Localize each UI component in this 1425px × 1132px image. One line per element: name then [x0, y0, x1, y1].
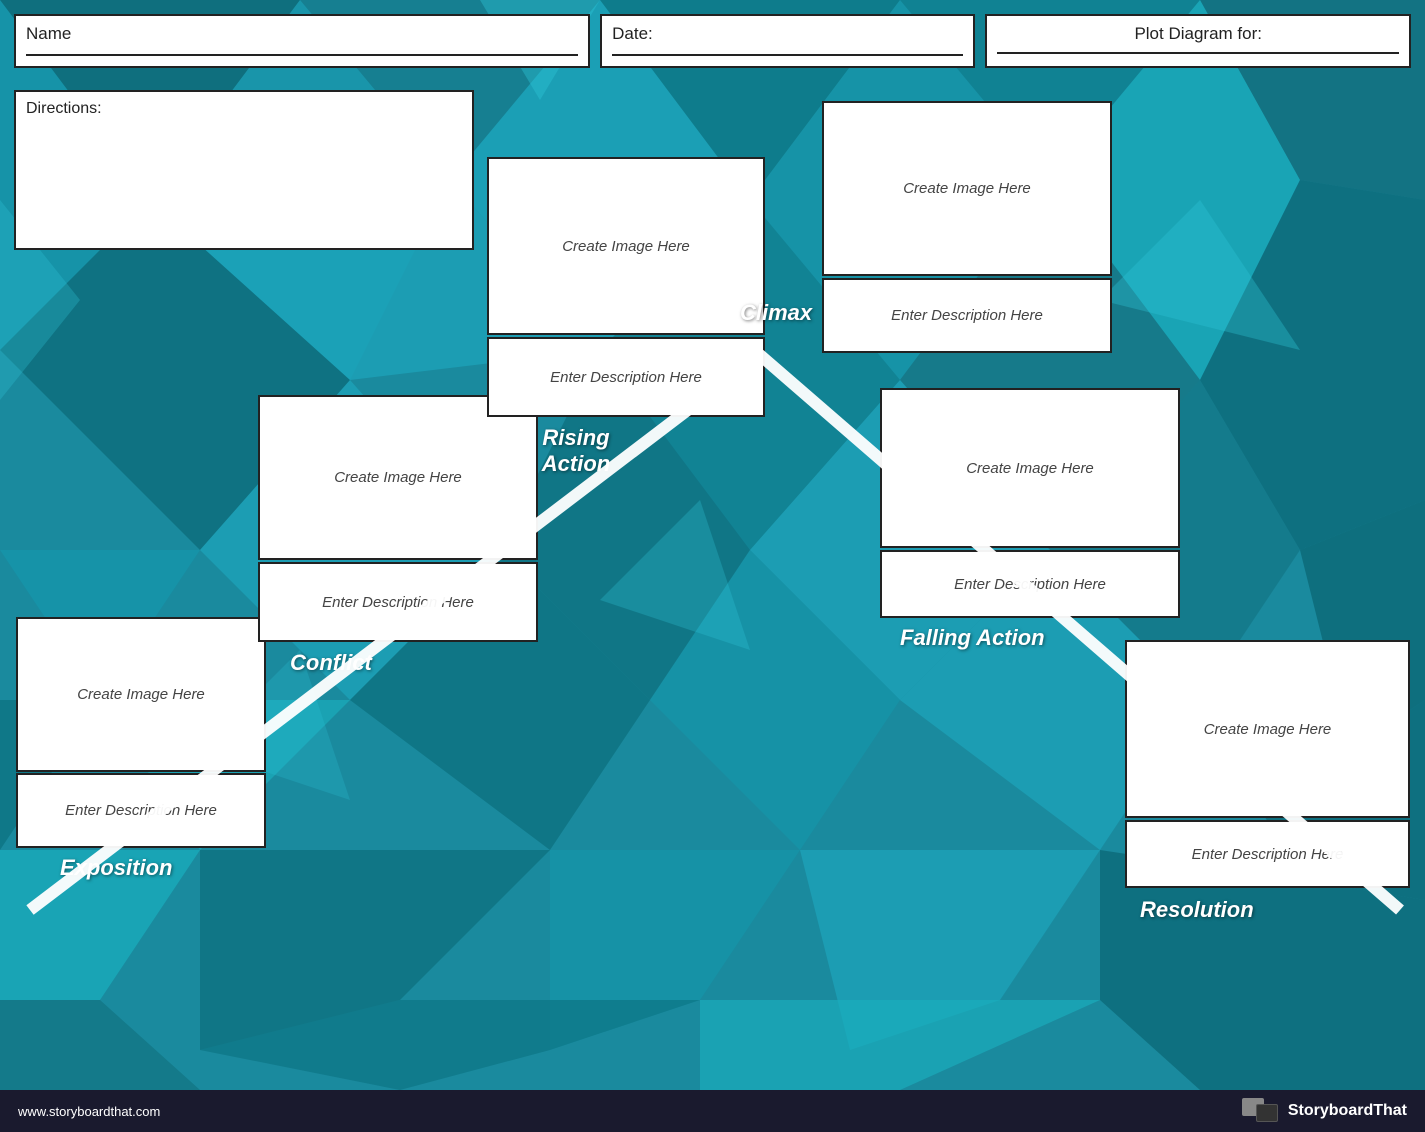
falling-action-desc-placeholder: Enter Description Here — [954, 576, 1106, 593]
directions-label: Directions: — [26, 100, 102, 117]
conflict-image-box[interactable]: Create Image Here — [258, 395, 538, 560]
date-box[interactable]: Date: — [600, 14, 975, 68]
conflict-desc-box[interactable]: Enter Description Here — [258, 562, 538, 642]
name-label: Name — [26, 24, 578, 44]
resolution-label: Resolution — [1140, 897, 1254, 923]
climax-desc-box[interactable]: Enter Description Here — [822, 278, 1112, 353]
climax-image-placeholder: Create Image Here — [903, 180, 1031, 197]
date-label: Date: — [612, 24, 653, 43]
exposition-image-placeholder: Create Image Here — [77, 686, 205, 703]
exposition-label: Exposition — [60, 855, 172, 881]
climax-image-box[interactable]: Create Image Here — [822, 101, 1112, 276]
resolution-image-placeholder: Create Image Here — [1204, 721, 1332, 738]
footer-url: www.storyboardthat.com — [18, 1104, 160, 1119]
exposition-desc-placeholder: Enter Description Here — [65, 802, 217, 819]
conflict-image-placeholder: Create Image Here — [334, 469, 462, 486]
falling-action-image-box[interactable]: Create Image Here — [880, 388, 1180, 548]
exposition-image-box[interactable]: Create Image Here — [16, 617, 266, 772]
name-box[interactable]: Name — [14, 14, 590, 68]
exposition-desc-box[interactable]: Enter Description Here — [16, 773, 266, 848]
falling-action-label: Falling Action — [900, 625, 1045, 651]
plot-title-box[interactable]: Plot Diagram for: — [985, 14, 1411, 68]
storyboard-icon — [1242, 1098, 1280, 1124]
falling-action-desc-box[interactable]: Enter Description Here — [880, 550, 1180, 618]
climax-desc-placeholder: Enter Description Here — [891, 307, 1043, 324]
rising-action-image-box[interactable]: Create Image Here — [487, 157, 765, 335]
conflict-label: Conflict — [290, 650, 372, 676]
footer-brand: StoryboardThat — [1242, 1098, 1407, 1124]
climax-label: Climax — [740, 300, 812, 326]
rising-action-image-placeholder: Create Image Here — [562, 238, 690, 255]
brand-name: StoryboardThat — [1288, 1102, 1407, 1120]
main-container: Name Date: Plot Diagram for: Directions:… — [0, 0, 1425, 1132]
resolution-desc-placeholder: Enter Description Here — [1192, 846, 1344, 863]
resolution-image-box[interactable]: Create Image Here — [1125, 640, 1410, 818]
falling-action-image-placeholder: Create Image Here — [966, 460, 1094, 477]
rising-action-desc-box[interactable]: Enter Description Here — [487, 337, 765, 417]
rising-action-desc-placeholder: Enter Description Here — [550, 369, 702, 386]
header-row: Name Date: Plot Diagram for: — [0, 0, 1425, 76]
conflict-desc-placeholder: Enter Description Here — [322, 594, 474, 611]
rising-action-label: RisingAction — [516, 425, 636, 478]
directions-box[interactable]: Directions: — [14, 90, 474, 250]
resolution-desc-box[interactable]: Enter Description Here — [1125, 820, 1410, 888]
footer: www.storyboardthat.com StoryboardThat — [0, 1090, 1425, 1132]
plot-title-label: Plot Diagram for: — [1134, 24, 1262, 44]
